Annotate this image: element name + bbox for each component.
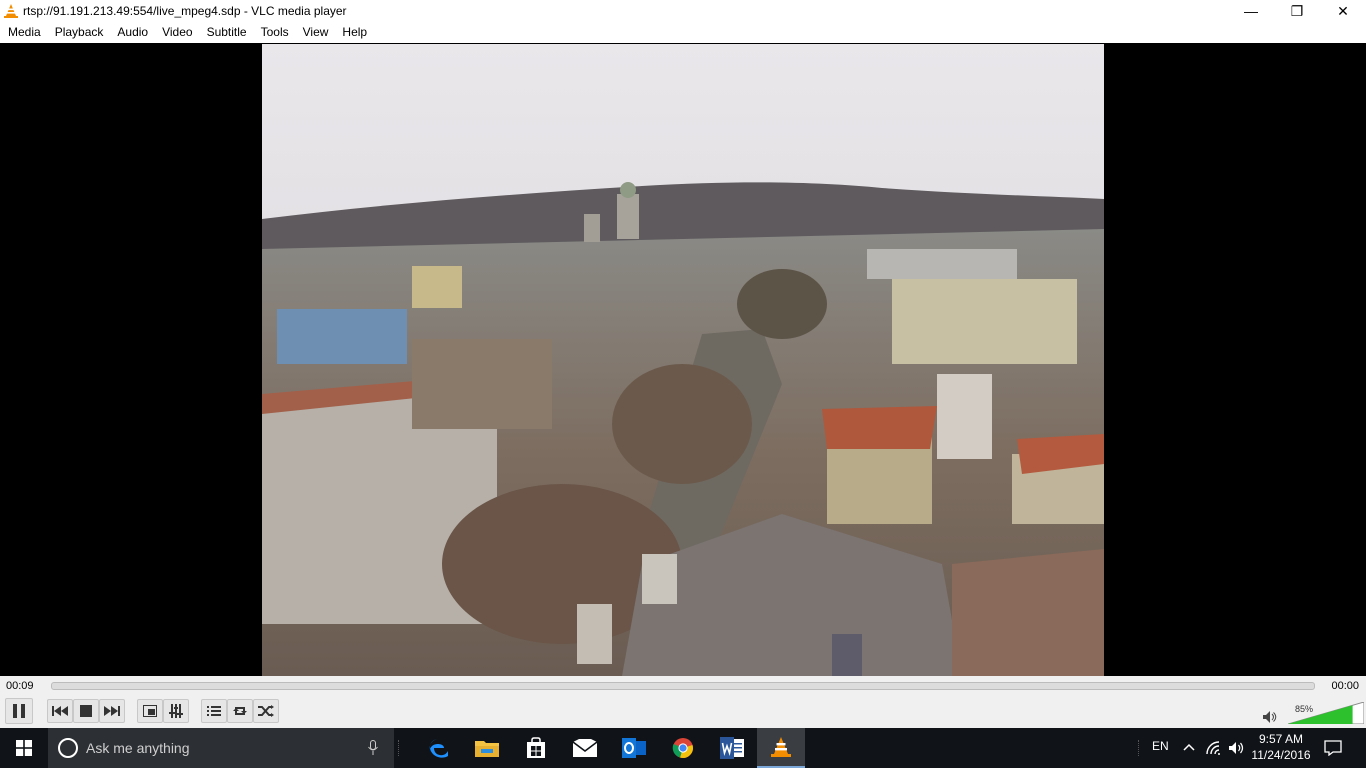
taskbar-word[interactable] <box>708 728 756 768</box>
pause-icon <box>13 704 25 718</box>
minimize-button[interactable]: — <box>1228 0 1274 22</box>
store-bag-icon <box>527 737 545 758</box>
language-indicator[interactable]: EN <box>1152 739 1169 753</box>
edge-icon <box>429 739 448 758</box>
close-button[interactable]: ✕ <box>1320 0 1366 22</box>
windows-logo-icon <box>16 740 32 756</box>
vlc-window: rtsp://91.191.213.49:554/live_mpeg4.sdp … <box>0 0 1366 728</box>
word-icon <box>720 737 744 759</box>
tray-separator <box>1138 740 1140 756</box>
seek-slider[interactable] <box>51 682 1315 690</box>
mail-envelope-icon <box>573 739 597 757</box>
extended-settings-button[interactable] <box>163 699 189 723</box>
taskbar-edge[interactable] <box>415 728 463 768</box>
menu-media[interactable]: Media <box>1 22 48 43</box>
start-button[interactable] <box>0 728 48 768</box>
loop-button[interactable] <box>227 699 253 723</box>
menu-help[interactable]: Help <box>335 22 374 43</box>
cortana-icon <box>58 738 78 758</box>
menu-video[interactable]: Video <box>155 22 199 43</box>
stop-icon <box>80 705 92 717</box>
taskbar-clock[interactable]: 9:57 AM 11/24/2016 <box>1246 731 1316 763</box>
taskbar-chrome[interactable] <box>659 728 707 768</box>
volume-slider[interactable] <box>1288 702 1364 724</box>
volume-tray-icon[interactable] <box>1229 741 1245 755</box>
taskbar-outlook[interactable] <box>610 728 658 768</box>
fullscreen-icon <box>143 705 157 717</box>
loop-icon <box>233 707 247 715</box>
skip-previous-icon <box>52 706 68 716</box>
next-button[interactable] <box>99 699 125 723</box>
title-bar[interactable]: rtsp://91.191.213.49:554/live_mpeg4.sdp … <box>0 0 1366 22</box>
microphone-icon[interactable] <box>368 740 378 756</box>
clock-time: 9:57 AM <box>1258 732 1304 746</box>
elapsed-time: 00:09 <box>6 680 34 692</box>
menu-playback[interactable]: Playback <box>48 22 111 43</box>
restore-button[interactable]: ❐ <box>1274 0 1320 22</box>
chevron-up-icon[interactable] <box>1183 743 1195 751</box>
wifi-icon[interactable] <box>1206 741 1222 755</box>
vlc-cone-icon <box>771 737 791 757</box>
menu-bar: Media Playback Audio Video Subtitle Tool… <box>0 22 1366 43</box>
menu-subtitle[interactable]: Subtitle <box>200 22 254 43</box>
cortana-search-box[interactable]: Ask me anything <box>48 728 394 768</box>
menu-view[interactable]: View <box>296 22 336 43</box>
taskbar: Ask me anything EN 9:57 AM 11/24/2016 <box>0 728 1366 768</box>
action-center-icon[interactable] <box>1324 740 1342 756</box>
stop-button[interactable] <box>73 699 99 723</box>
total-time: 00:00 <box>1331 680 1359 692</box>
outlook-icon <box>622 738 646 758</box>
skip-next-icon <box>104 706 120 716</box>
search-placeholder: Ask me anything <box>86 740 190 756</box>
speaker-icon[interactable] <box>1263 711 1277 723</box>
window-title: rtsp://91.191.213.49:554/live_mpeg4.sdp … <box>23 4 347 18</box>
previous-button[interactable] <box>47 699 73 723</box>
taskbar-mail[interactable] <box>561 728 609 768</box>
folder-icon <box>475 741 499 757</box>
chrome-icon <box>672 738 693 758</box>
shuffle-button[interactable] <box>253 699 279 723</box>
clock-date: 11/24/2016 <box>1251 748 1311 762</box>
fullscreen-button[interactable] <box>137 699 163 723</box>
vlc-cone-icon <box>4 4 18 18</box>
video-area[interactable] <box>0 43 1366 676</box>
menu-audio[interactable]: Audio <box>110 22 155 43</box>
playlist-icon <box>207 706 221 716</box>
pause-button[interactable] <box>5 698 33 724</box>
shuffle-icon <box>258 705 274 717</box>
control-bar: 85% <box>0 696 1366 728</box>
taskbar-file-explorer[interactable] <box>463 728 511 768</box>
seek-row: 00:09 00:00 <box>0 676 1366 696</box>
equalizer-icon <box>169 704 183 718</box>
taskbar-vlc[interactable] <box>757 728 805 768</box>
taskbar-store[interactable] <box>512 728 560 768</box>
playlist-button[interactable] <box>201 699 227 723</box>
video-frame <box>262 44 1104 676</box>
task-view-separator <box>398 740 400 756</box>
menu-tools[interactable]: Tools <box>254 22 296 43</box>
